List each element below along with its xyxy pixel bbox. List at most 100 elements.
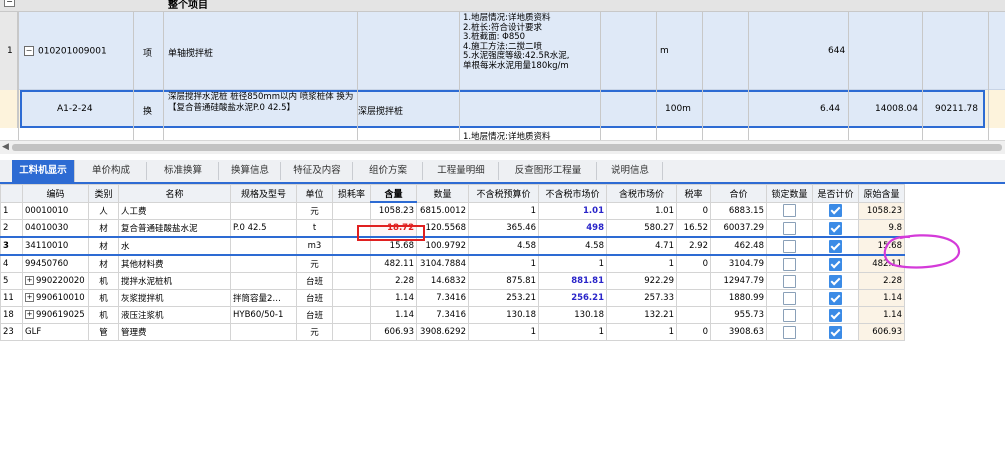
cell-tax-rate[interactable] — [676, 289, 711, 307]
tab-pricing-scheme[interactable]: 组价方案 — [354, 162, 423, 180]
cell-market-price-tax[interactable]: 922.29 — [606, 272, 677, 290]
cell-name[interactable]: 灰浆搅拌机 — [118, 289, 231, 307]
cell-tax-rate[interactable]: 2.92 — [676, 236, 711, 256]
cell-loss-rate[interactable] — [332, 254, 371, 273]
cell-unit[interactable]: 元 — [296, 323, 333, 341]
cell-tax-rate[interactable]: 0 — [676, 201, 711, 220]
col-tax-rate[interactable]: 税率 — [676, 184, 711, 203]
cell-code[interactable]: 04010030 — [22, 219, 89, 238]
cell-market-price-tax[interactable]: 1.01 — [606, 201, 677, 220]
cell-original-content[interactable]: 1058.23 — [858, 201, 905, 220]
priced-checkbox[interactable] — [829, 204, 842, 218]
cell-market-price[interactable]: 256.21 — [538, 289, 607, 307]
expand-icon[interactable]: + — [25, 310, 34, 319]
cell-lock-qty[interactable] — [766, 323, 813, 341]
col-priced[interactable]: 是否计价 — [812, 184, 859, 203]
cell-lock-qty[interactable] — [766, 236, 813, 256]
col-spec[interactable]: 规格及型号 — [230, 184, 297, 203]
cell-content[interactable]: 606.93 — [370, 323, 417, 341]
cell-name[interactable]: 液压注浆机 — [118, 306, 231, 324]
tab-standard-conversion[interactable]: 标准换算 — [148, 162, 219, 180]
col-category[interactable]: 类别 — [88, 184, 119, 203]
cell-spec[interactable] — [230, 201, 297, 220]
cell-market-price-tax[interactable]: 257.33 — [606, 289, 677, 307]
cell-category[interactable]: 机 — [88, 272, 119, 290]
cell-category[interactable]: 材 — [88, 236, 119, 256]
cell-spec[interactable] — [230, 254, 297, 273]
cell-loss-rate[interactable] — [332, 201, 371, 220]
col-unit[interactable]: 单位 — [296, 184, 333, 203]
lock-checkbox[interactable] — [783, 239, 796, 253]
tab-features[interactable]: 特征及内容 — [282, 162, 353, 180]
lock-checkbox[interactable] — [783, 325, 796, 339]
cell-unit[interactable]: 台班 — [296, 272, 333, 290]
cell-content[interactable]: 482.11 — [370, 254, 417, 273]
tab-quantity-detail[interactable]: 工程量明细 — [424, 162, 499, 180]
cell-spec[interactable]: 拌筒容量2… — [230, 289, 297, 307]
cell-priced[interactable] — [812, 306, 859, 324]
cell-category[interactable]: 人 — [88, 201, 119, 220]
cell-market-price-tax[interactable]: 4.71 — [606, 236, 677, 256]
table-row[interactable]: 4 99450760 材其他材料费元 482.11 3104.7884 1 1 1 0 3104.… — [0, 254, 905, 273]
expand-icon[interactable]: + — [25, 293, 34, 302]
cell-total[interactable]: 12947.79 — [710, 272, 767, 290]
cell-category[interactable]: 材 — [88, 219, 119, 238]
lock-checkbox[interactable] — [783, 274, 796, 288]
bill-code[interactable]: −010201009001 — [24, 46, 107, 57]
collapse-icon[interactable]: − — [24, 46, 34, 56]
cell-quantity[interactable]: 7.3416 — [416, 306, 469, 324]
tab-conversion-info[interactable]: 换算信息 — [220, 162, 281, 180]
priced-checkbox[interactable] — [829, 239, 842, 253]
cell-original-content[interactable]: 606.93 — [858, 323, 905, 341]
cell-name[interactable]: 搅拌水泥桩机 — [118, 272, 231, 290]
cell-budget-price[interactable]: 1 — [468, 254, 539, 273]
cell-market-price[interactable]: 498 — [538, 219, 607, 238]
cell-priced[interactable] — [812, 236, 859, 256]
cell-total[interactable]: 60037.29 — [710, 219, 767, 238]
cell-name[interactable]: 水 — [118, 236, 231, 256]
cell-priced[interactable] — [812, 323, 859, 341]
cell-category[interactable]: 机 — [88, 306, 119, 324]
cell-total[interactable]: 3104.79 — [710, 254, 767, 273]
priced-checkbox[interactable] — [829, 325, 842, 339]
cell-name[interactable]: 管理费 — [118, 323, 231, 341]
cell-priced[interactable] — [812, 201, 859, 220]
cell-spec[interactable]: P.0 42.5 — [230, 219, 297, 238]
lock-checkbox[interactable] — [783, 204, 796, 218]
cell-market-price-tax[interactable]: 1 — [606, 254, 677, 273]
col-code[interactable]: 编码 — [22, 184, 89, 203]
expand-icon[interactable]: + — [25, 276, 34, 285]
tab-unit-price[interactable]: 单价构成 — [76, 162, 147, 180]
cell-total[interactable]: 1880.99 — [710, 289, 767, 307]
cell-market-price[interactable]: 881.81 — [538, 272, 607, 290]
cell-budget-price[interactable]: 1 — [468, 323, 539, 341]
col-budget-price[interactable]: 不含税预算价 — [468, 184, 539, 203]
col-market-price-tax[interactable]: 含税市场价 — [606, 184, 677, 203]
col-original-content[interactable]: 原始含量 — [858, 184, 905, 203]
cell-tax-rate[interactable]: 0 — [676, 323, 711, 341]
priced-checkbox[interactable] — [829, 257, 842, 271]
row-number[interactable]: 4 — [0, 254, 23, 273]
cell-total[interactable]: 955.73 — [710, 306, 767, 324]
cell-loss-rate[interactable] — [332, 289, 371, 307]
cell-loss-rate[interactable] — [332, 272, 371, 290]
cell-spec[interactable]: HYB60/50-1 — [230, 306, 297, 324]
cell-content[interactable]: 2.28 — [370, 272, 417, 290]
cell-budget-price[interactable]: 4.58 — [468, 236, 539, 256]
cell-original-content[interactable]: 1.14 — [858, 289, 905, 307]
scroll-left-icon[interactable]: ◀ — [2, 142, 9, 152]
cell-code[interactable]: 99450760 — [22, 254, 89, 273]
cell-loss-rate[interactable] — [332, 306, 371, 324]
cell-lock-qty[interactable] — [766, 289, 813, 307]
table-row[interactable]: 1 00010010 人人工费元 1058.23 6815.0012 1 1.01 1.01 0… — [0, 201, 905, 220]
cell-code[interactable]: +990220020 — [22, 272, 89, 290]
priced-checkbox[interactable] — [829, 308, 842, 322]
table-row[interactable]: 5 +990220020 机搅拌水泥桩机 台班 2.28 14.6832 875.81 881… — [0, 272, 905, 290]
row-number[interactable]: 23 — [0, 323, 23, 341]
table-row[interactable]: 18 +990619025 机液压注浆机 HYB60/50-1 台班 1.14 7.3416… — [0, 306, 905, 324]
cell-budget-price[interactable]: 365.46 — [468, 219, 539, 238]
cell-unit[interactable]: 元 — [296, 254, 333, 273]
col-total[interactable]: 合价 — [710, 184, 767, 203]
row-number[interactable]: 11 — [0, 289, 23, 307]
cell-spec[interactable] — [230, 272, 297, 290]
